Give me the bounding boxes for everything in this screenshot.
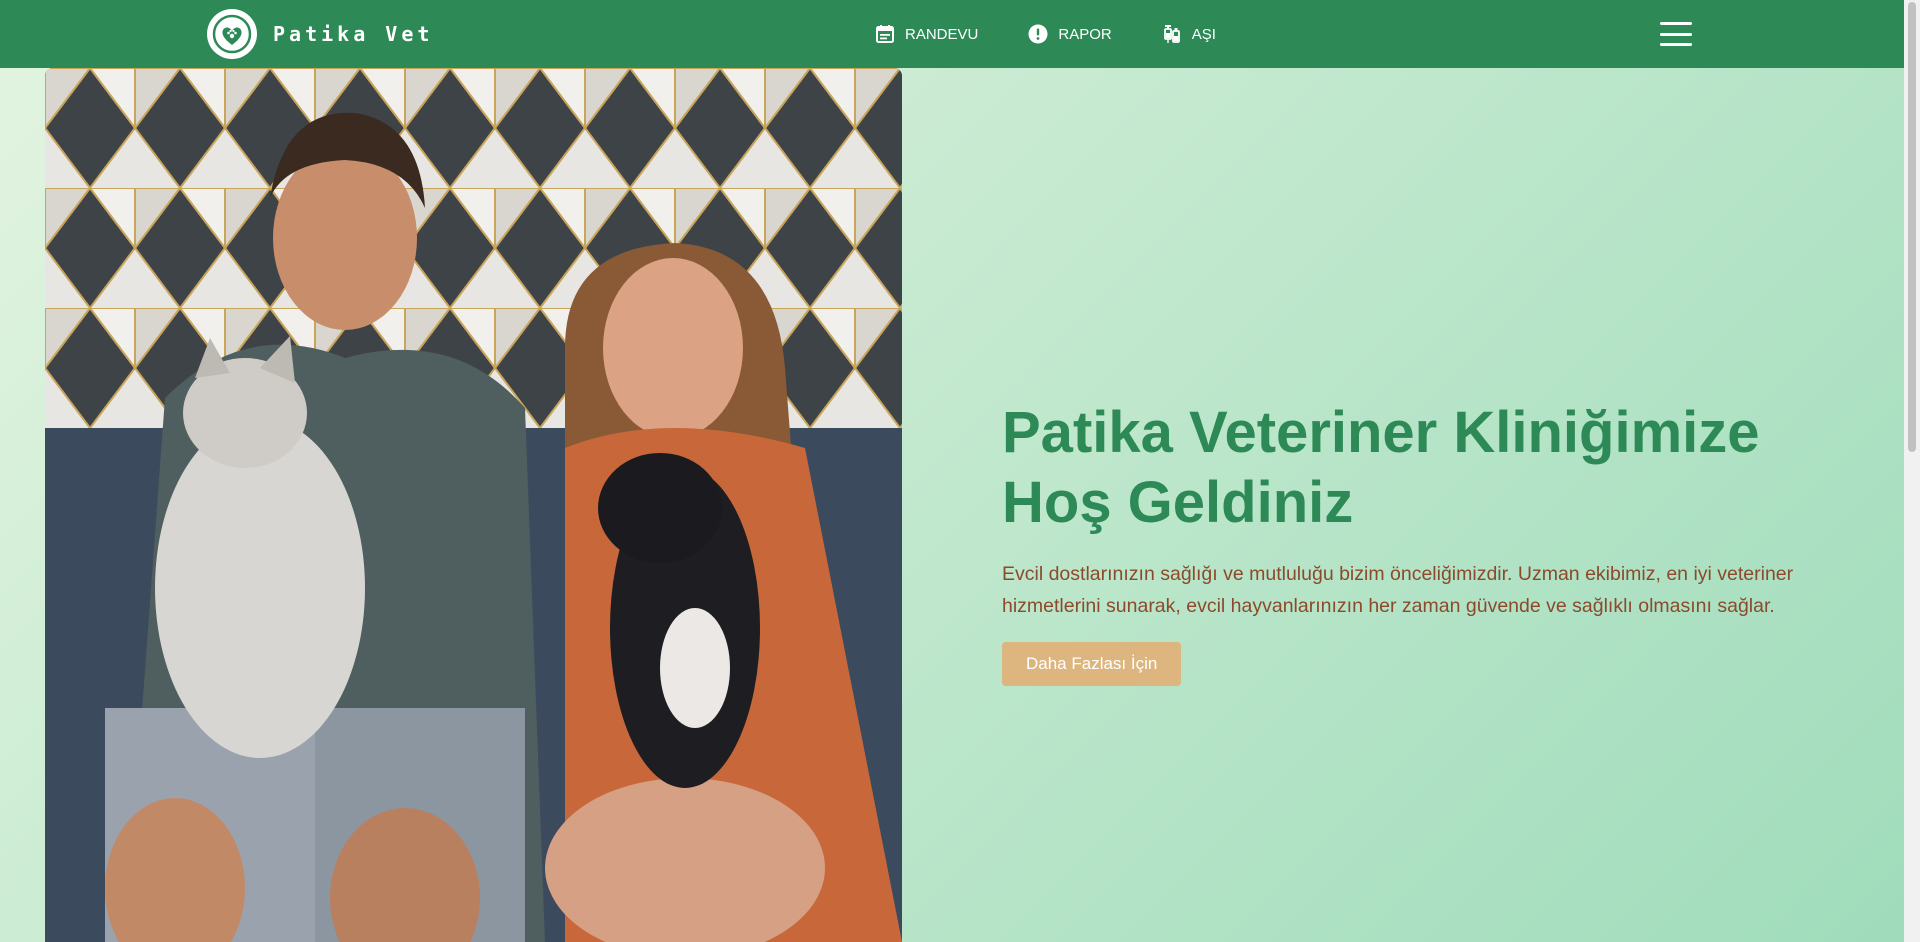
hero-description: Evcil dostlarınızın sağlığı ve mutluluğu…: [1002, 563, 1794, 617]
nav-item-label: AŞI: [1191, 25, 1216, 43]
nav-item-rapor[interactable]: RAPOR: [1028, 24, 1112, 44]
alert-circle-icon: [1028, 24, 1048, 44]
nav-item-label: RANDEVU: [905, 25, 979, 43]
nav-item-label: RAPOR: [1058, 25, 1112, 43]
nav-item-asi[interactable]: AŞI: [1162, 24, 1216, 44]
hamburger-menu-icon[interactable]: [1660, 22, 1692, 46]
syringe-icon: [1162, 24, 1182, 44]
hero-title: Patika Veteriner Kliniğimize Hoş Geldini…: [1002, 400, 1760, 535]
brand-home-link[interactable]: Patika Vet: [207, 9, 433, 59]
more-info-button[interactable]: Daha Fazlası İçin: [1002, 642, 1182, 686]
nav-links: RANDEVU RAPOR AŞI: [875, 0, 1216, 68]
scrollbar-thumb[interactable]: [1908, 2, 1916, 452]
page-scrollbar[interactable]: [1904, 0, 1920, 942]
hero-photo: [45, 68, 902, 942]
paw-heart-icon: [207, 9, 257, 59]
top-navbar: Patika Vet RANDEVU RAPOR AŞI: [0, 0, 1904, 68]
brand-name: Patika Vet: [273, 22, 434, 46]
nav-item-randevu[interactable]: RANDEVU: [875, 24, 978, 44]
calendar-icon: [875, 24, 895, 44]
hero-content: Patika Veteriner Kliniğimize Hoş Geldini…: [1002, 398, 1832, 686]
